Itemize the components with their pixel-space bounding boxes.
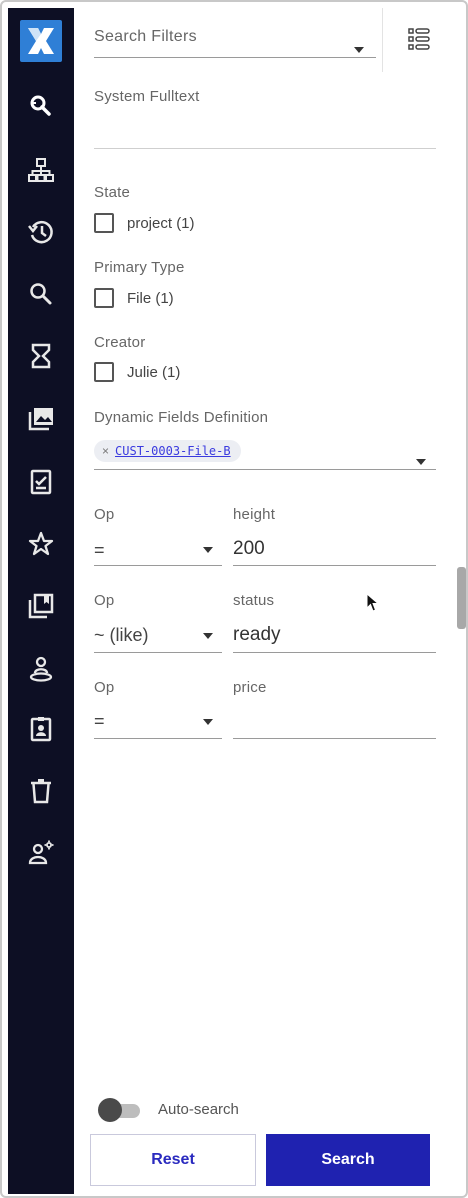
user-settings-icon — [28, 840, 54, 865]
state-label: State — [94, 184, 131, 201]
chip-label[interactable]: CUST-0003-File-B — [115, 444, 231, 458]
nav-library[interactable] — [25, 590, 57, 622]
op-label: Op — [94, 679, 115, 696]
dynamic-fields-chevron-icon[interactable] — [416, 459, 426, 465]
nav-search[interactable] — [25, 278, 57, 310]
collections-icon — [28, 408, 53, 431]
price-label: price — [233, 679, 267, 696]
toggle-knob — [98, 1098, 122, 1122]
badge-icon — [30, 717, 52, 742]
nav-tasks[interactable] — [25, 466, 57, 498]
state-project-label: project (1) — [127, 215, 195, 232]
primary-type-file-checkbox[interactable] — [94, 288, 114, 308]
op-select[interactable] — [94, 738, 222, 739]
hierarchy-icon — [28, 158, 54, 182]
history-icon — [28, 220, 53, 244]
view-toggle-button[interactable] — [404, 24, 434, 54]
op-chevron-icon[interactable] — [203, 547, 213, 553]
fulltext-input[interactable] — [94, 148, 436, 149]
library-icon — [28, 593, 54, 619]
op-label: Op — [94, 592, 115, 609]
op-value: = — [94, 540, 105, 560]
chevron-down-icon — [354, 47, 364, 53]
trash-icon — [31, 779, 51, 804]
auto-search-label: Auto-search — [158, 1101, 239, 1118]
height-label: height — [233, 506, 276, 523]
search-panel: Search Filters System Fulltext State pro — [74, 8, 462, 1194]
status-label: status — [233, 592, 275, 609]
dynamic-fields-select[interactable] — [94, 469, 436, 470]
op-value: ~ (like) — [94, 625, 149, 645]
search-filters-select[interactable]: Search Filters — [94, 22, 376, 58]
op-value: = — [94, 711, 105, 731]
status-value: ready — [233, 624, 281, 645]
user-location-icon — [29, 656, 53, 682]
op-chevron-icon[interactable] — [203, 719, 213, 725]
nav-hierarchy[interactable] — [25, 154, 57, 186]
nav-collections[interactable] — [25, 403, 57, 435]
price-input[interactable] — [233, 738, 436, 739]
op-select[interactable] — [94, 652, 222, 653]
nav-user-settings[interactable] — [25, 836, 57, 868]
scrollbar-thumb[interactable] — [457, 567, 466, 629]
primary-type-file-label: File (1) — [127, 290, 174, 307]
sidebar — [8, 8, 74, 1194]
height-value: 200 — [233, 538, 265, 559]
divider — [382, 8, 383, 72]
tasks-icon — [30, 469, 52, 495]
nav-hourglass[interactable] — [25, 340, 57, 372]
search-icon — [30, 283, 52, 305]
creator-label: Creator — [94, 334, 146, 351]
app-logo[interactable] — [20, 20, 62, 62]
mouse-cursor-icon — [366, 593, 380, 612]
status-input[interactable] — [233, 652, 436, 653]
nav-trash[interactable] — [25, 775, 57, 807]
list-view-icon — [408, 28, 430, 50]
search-filters-label: Search Filters — [94, 28, 197, 45]
op-select[interactable] — [94, 565, 222, 566]
state-project-checkbox[interactable] — [94, 213, 114, 233]
reset-button[interactable]: Reset — [90, 1134, 256, 1186]
dynamic-fields-label: Dynamic Fields Definition — [94, 409, 269, 426]
chip-remove-icon[interactable]: × — [102, 444, 109, 458]
nav-favorites[interactable] — [25, 528, 57, 560]
creator-julie-checkbox[interactable] — [94, 362, 114, 382]
nav-user-location[interactable] — [25, 653, 57, 685]
nav-search-zoom[interactable] — [25, 90, 57, 122]
nav-history[interactable] — [25, 216, 57, 248]
op-chevron-icon[interactable] — [203, 633, 213, 639]
search-zoom-icon — [30, 95, 51, 116]
creator-julie-label: Julie (1) — [127, 364, 181, 381]
app-frame: Search Filters System Fulltext State pro — [0, 0, 468, 1198]
fulltext-label: System Fulltext — [94, 88, 200, 105]
search-button[interactable]: Search — [266, 1134, 430, 1186]
hourglass-icon — [31, 343, 51, 369]
height-input[interactable] — [233, 565, 436, 566]
x-logo-icon — [28, 28, 54, 54]
star-icon — [28, 531, 54, 556]
auto-search-toggle[interactable] — [98, 1098, 144, 1122]
primary-type-label: Primary Type — [94, 259, 185, 276]
dynamic-field-chip: × CUST-0003-File-B — [94, 440, 241, 462]
search-header: Search Filters — [74, 8, 462, 72]
op-label: Op — [94, 506, 115, 523]
nav-badge[interactable] — [25, 713, 57, 745]
